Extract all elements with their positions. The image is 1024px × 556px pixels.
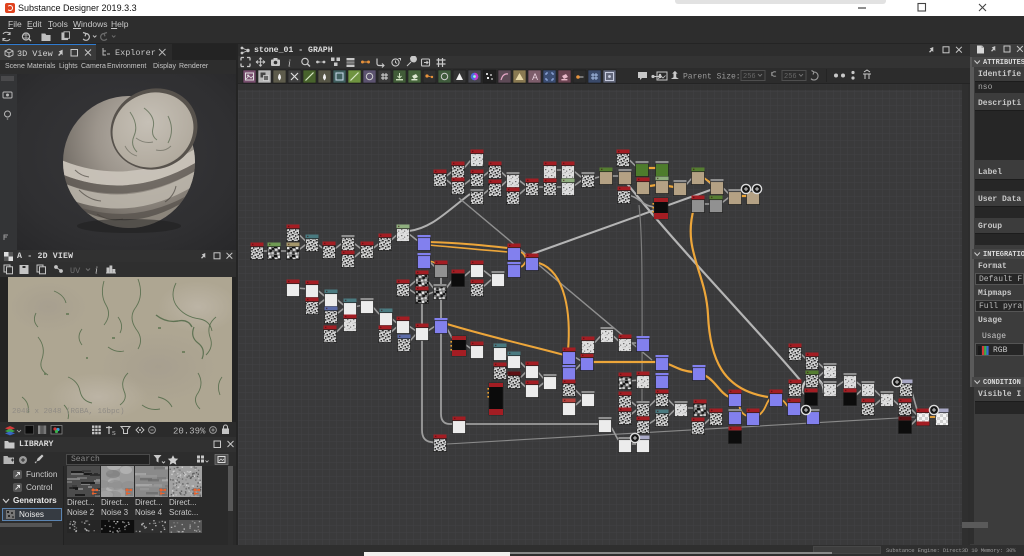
svg-text:256: 256 xyxy=(784,73,797,81)
svg-text:256: 256 xyxy=(743,73,756,81)
svg-text:20.39%: 20.39% xyxy=(173,427,206,437)
svg-text:A: A xyxy=(532,72,538,82)
svg-text:i: i xyxy=(288,59,291,69)
svg-text:i: i xyxy=(95,266,98,277)
svg-text:Parent Size:: Parent Size: xyxy=(683,73,741,82)
svg-text:UV: UV xyxy=(70,266,81,276)
svg-text:2048 x 2048 (RGBA, 16bpc): 2048 x 2048 (RGBA, 16bpc) xyxy=(12,408,125,416)
